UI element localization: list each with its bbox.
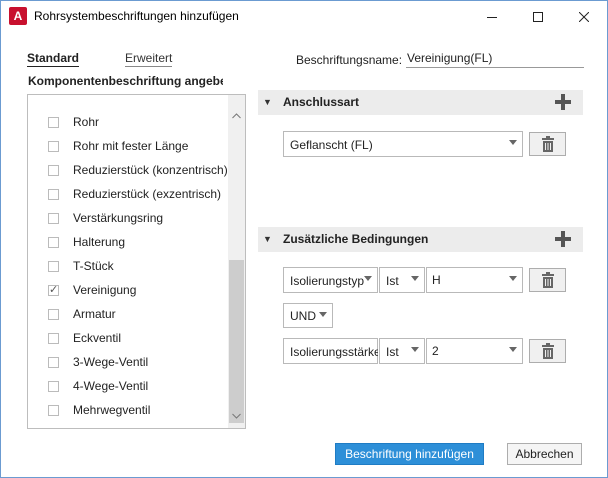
list-item[interactable]: Halterung — [28, 231, 226, 253]
connection-group-title: Anschlussart — [283, 95, 360, 109]
add-label-button[interactable]: Beschriftung hinzufügen — [335, 443, 484, 465]
condition-property-value: Isolierungsstärke — [290, 345, 378, 359]
trash-icon — [541, 343, 554, 359]
checkbox-checked[interactable] — [48, 283, 59, 296]
close-button[interactable] — [561, 1, 607, 32]
dropdown-arrow-icon[interactable] — [509, 347, 517, 352]
minimize-icon — [487, 16, 497, 18]
list-item-label: Reduzierstück (exzentrisch) — [73, 187, 222, 201]
dropdown-arrow-icon — [411, 276, 419, 281]
title-bar: A Rohrsystembeschriftungen hinzufügen — [1, 1, 607, 32]
logic-operator-dropdown[interactable]: UND — [283, 303, 333, 328]
condition-value-combobox[interactable]: 2 — [426, 338, 523, 364]
condition-value-combobox[interactable]: H — [426, 267, 523, 293]
window-title: Rohrsystembeschriftungen hinzufügen — [34, 9, 239, 23]
condition-value[interactable]: 2 — [432, 344, 439, 358]
component-list[interactable]: Rohr Rohr mit fester Länge Reduzierstück… — [27, 94, 246, 429]
list-item-label: Armatur — [73, 307, 116, 321]
conditions-group-title: Zusätzliche Bedingungen — [283, 232, 429, 246]
checkbox[interactable] — [48, 404, 59, 416]
conditions-group-header[interactable]: ▼ Zusätzliche Bedingungen — [258, 227, 583, 252]
condition-operator-value: Ist — [386, 274, 399, 288]
checkbox[interactable] — [48, 380, 59, 392]
list-item[interactable]: 3-Wege-Ventil — [28, 351, 226, 373]
dropdown-arrow-icon — [319, 312, 327, 317]
delete-condition-button[interactable] — [529, 268, 566, 292]
connection-group-header[interactable]: ▼ Anschlussart — [258, 90, 583, 115]
tab-standard[interactable]: Standard — [27, 51, 80, 67]
list-item[interactable]: Rohr — [28, 111, 226, 133]
collapse-caret-icon[interactable]: ▼ — [263, 97, 272, 107]
close-icon — [579, 11, 589, 22]
collapse-caret-icon[interactable]: ▼ — [263, 234, 272, 244]
checkbox[interactable] — [48, 140, 59, 152]
dropdown-arrow-icon — [411, 347, 419, 352]
logic-operator-value: UND — [290, 309, 316, 323]
scroll-down-icon[interactable] — [228, 407, 245, 424]
list-item[interactable]: Reduzierstück (konzentrisch) — [28, 159, 228, 181]
checkbox[interactable] — [48, 332, 59, 344]
checkbox[interactable] — [48, 236, 59, 248]
list-scrollbar[interactable] — [228, 95, 245, 428]
condition-property-dropdown[interactable]: Isolierungstyp — [283, 267, 378, 293]
add-icon[interactable] — [554, 230, 572, 248]
list-item-label: 4-Wege-Ventil — [73, 379, 149, 393]
delete-button[interactable] — [529, 132, 566, 156]
condition-operator-value: Ist — [386, 345, 399, 359]
checkbox[interactable] — [48, 212, 59, 224]
scroll-thumb[interactable] — [229, 260, 244, 423]
checkbox[interactable] — [48, 308, 59, 320]
trash-icon — [541, 136, 554, 152]
dialog-window: A Rohrsystembeschriftungen hinzufügen St… — [0, 0, 608, 478]
list-item[interactable]: Mehrwegventil — [28, 399, 226, 421]
condition-operator-dropdown[interactable]: Ist — [379, 267, 425, 293]
condition-operator-dropdown[interactable]: Ist — [379, 338, 425, 364]
list-item-label: Reduzierstück (konzentrisch) — [73, 163, 228, 177]
maximize-button[interactable] — [515, 1, 561, 32]
list-item-label: Mehrwegventil — [73, 403, 151, 417]
checkbox[interactable] — [48, 356, 59, 368]
list-item-label: T-Stück — [73, 259, 114, 273]
add-icon[interactable] — [554, 93, 572, 111]
checkbox[interactable] — [48, 116, 59, 128]
list-item[interactable]: Verstärkungsring — [28, 207, 226, 229]
condition-property-dropdown[interactable]: Isolierungsstärke — [283, 338, 378, 364]
list-item-label: Verstärkungsring — [73, 211, 164, 225]
list-item-label: Halterung — [73, 235, 126, 249]
list-item[interactable]: Eckventil — [28, 327, 226, 349]
list-item-label: Vereinigung — [73, 283, 137, 297]
list-item-label: Eckventil — [73, 331, 122, 345]
cancel-button[interactable]: Abbrechen — [507, 443, 582, 465]
list-item[interactable]: Vereinigung — [28, 279, 226, 301]
list-item[interactable]: 4-Wege-Ventil — [28, 375, 226, 397]
list-item[interactable]: Rohr mit fester Länge — [28, 135, 226, 157]
condition-property-value: Isolierungstyp — [290, 274, 365, 288]
dropdown-arrow-icon — [509, 140, 517, 145]
checkbox[interactable] — [48, 188, 59, 200]
maximize-icon — [533, 11, 543, 22]
label-name-input[interactable]: Vereinigung(FL) — [406, 51, 584, 68]
checkbox[interactable] — [48, 260, 59, 272]
trash-icon — [541, 272, 554, 288]
list-item-label: Rohr mit fester Länge — [73, 139, 189, 153]
dropdown-arrow-icon — [364, 276, 372, 281]
list-item[interactable]: T-Stück — [28, 255, 226, 277]
list-item-label: 3-Wege-Ventil — [73, 355, 149, 369]
scroll-up-icon[interactable] — [228, 107, 245, 124]
minimize-button[interactable] — [469, 1, 515, 32]
checkbox[interactable] — [48, 164, 59, 176]
connection-type-dropdown[interactable]: Geflanscht (FL) — [283, 131, 523, 157]
component-section-title: Komponentenbeschriftung angebe — [28, 74, 223, 88]
list-item[interactable]: Reduzierstück (exzentrisch) — [28, 183, 226, 205]
dropdown-arrow-icon[interactable] — [509, 276, 517, 281]
label-name-label: Beschriftungsname: — [296, 53, 403, 67]
condition-value[interactable]: H — [432, 273, 441, 287]
list-item-label: Rohr — [73, 115, 100, 129]
connection-type-value: Geflanscht (FL) — [290, 138, 373, 152]
tab-erweitert[interactable]: Erweitert — [125, 51, 173, 67]
delete-condition-button[interactable] — [529, 339, 566, 363]
app-icon: A — [9, 7, 27, 25]
list-item[interactable]: Armatur — [28, 303, 226, 325]
